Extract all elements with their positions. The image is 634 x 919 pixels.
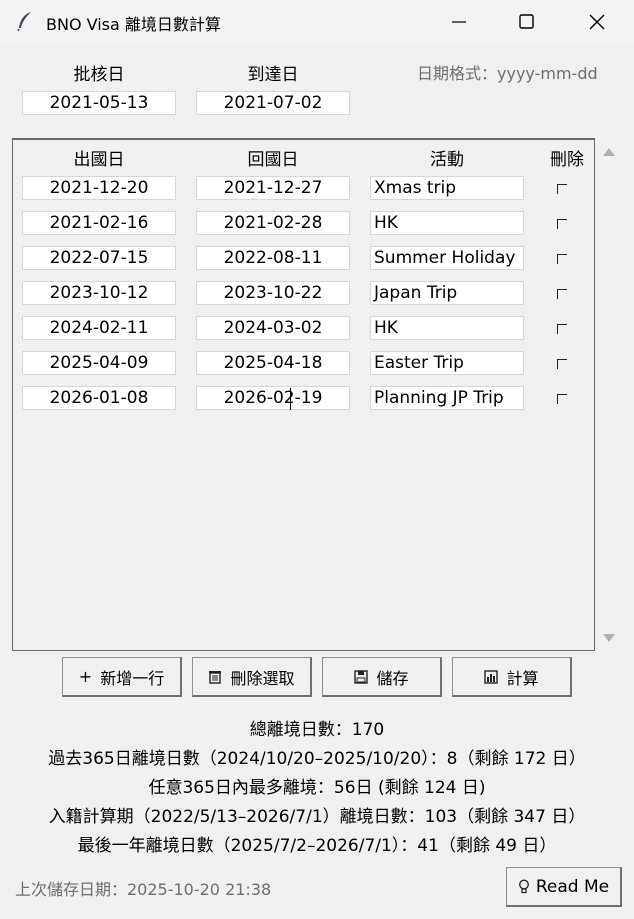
total-absence-days: 總離境日數：170: [249, 720, 385, 740]
activity-input[interactable]: Xmas trip: [370, 176, 524, 200]
naturalisation-period-absence: 入籍計算期（2022/5/13–2026/7/1）離境日數：103（剩餘 347…: [48, 807, 586, 827]
delete-checkbox[interactable]: [557, 359, 567, 369]
departure-date-input[interactable]: 2025-04-09: [22, 351, 176, 375]
read-me-button[interactable]: Read Me: [506, 867, 622, 907]
date-format-hint: 日期格式：yyyy-mm-dd: [417, 64, 598, 83]
departure-date-input[interactable]: 2026-01-08: [22, 386, 176, 410]
activity-input[interactable]: HK: [370, 211, 524, 235]
scroll-down-arrow-icon[interactable]: [603, 634, 615, 642]
delete-checkbox[interactable]: [557, 324, 567, 334]
save-label: 儲存: [376, 668, 409, 688]
return-date-input[interactable]: 2021-02-28: [196, 211, 350, 235]
activity-input[interactable]: Summer Holiday: [370, 246, 524, 270]
lightbulb-icon: [518, 879, 529, 894]
plus-icon: +: [78, 667, 93, 686]
feather-icon: [17, 12, 31, 32]
past-365-days-absence: 過去365日離境日數（2024/10/20–2025/10/20）：8（剩餘 1…: [48, 749, 586, 769]
departure-date-input[interactable]: 2021-02-16: [22, 211, 176, 235]
arrive-date-input[interactable]: 2021-07-02: [196, 91, 350, 115]
header-departure: 出國日: [73, 150, 125, 170]
return-date-input[interactable]: 2022-08-11: [196, 246, 350, 270]
departure-date-input[interactable]: 2024-02-11: [22, 316, 176, 340]
floppy-disk-icon: [354, 669, 369, 684]
activity-input[interactable]: HK: [370, 316, 524, 340]
maximize-button[interactable]: [492, 0, 562, 44]
delete-checkbox[interactable]: [557, 219, 567, 229]
delete-selected-label: 刪除選取: [230, 668, 295, 688]
maximize-icon: [519, 14, 534, 29]
save-button[interactable]: 儲存: [322, 657, 442, 697]
delete-checkbox[interactable]: [557, 254, 567, 264]
calculate-button[interactable]: 計算: [452, 657, 572, 697]
departure-date-input[interactable]: 2022-07-15: [22, 246, 176, 270]
scroll-up-arrow-icon[interactable]: [603, 148, 615, 156]
text-caret: [290, 388, 291, 410]
header-activity: 活動: [430, 150, 464, 170]
arrive-date-label: 到達日: [247, 65, 299, 85]
approve-date-label: 批核日: [73, 65, 125, 85]
return-date-input[interactable]: 2025-04-18: [196, 351, 350, 375]
delete-checkbox[interactable]: [557, 184, 567, 194]
add-row-button[interactable]: + 新增一行: [62, 657, 182, 697]
bar-chart-icon: [484, 669, 499, 684]
close-icon: [589, 14, 605, 30]
activity-input[interactable]: Japan Trip: [370, 281, 524, 305]
return-date-input[interactable]: 2024-03-02: [196, 316, 350, 340]
add-row-label: 新增一行: [100, 668, 165, 688]
delete-selected-button[interactable]: 刪除選取: [192, 657, 312, 697]
minimize-icon: [452, 21, 466, 23]
calculate-label: 計算: [506, 668, 539, 688]
activity-input[interactable]: Easter Trip: [370, 351, 524, 375]
max-365-days-absence: 任意365日內最多離境：56日 (剩餘 124 日): [148, 778, 486, 798]
header-delete: 刪除: [550, 150, 584, 170]
last-saved-text: 上次儲存日期：2025-10-20 21:38: [15, 880, 272, 899]
departure-date-input[interactable]: 2023-10-12: [22, 281, 176, 305]
trash-icon: [209, 671, 222, 684]
approve-date-input[interactable]: 2021-05-13: [22, 91, 176, 115]
return-date-input[interactable]: 2021-12-27: [196, 176, 350, 200]
window-title: BNO Visa 離境日數計算: [46, 15, 221, 34]
title-bar: BNO Visa 離境日數計算: [0, 0, 634, 44]
delete-checkbox[interactable]: [557, 289, 567, 299]
return-date-input[interactable]: 2026-02-19: [196, 386, 350, 410]
header-return: 回國日: [247, 150, 299, 170]
delete-checkbox[interactable]: [557, 394, 567, 404]
departure-date-input[interactable]: 2021-12-20: [22, 176, 176, 200]
last-year-absence: 最後一年離境日數（2025/7/2–2026/7/1）：41（剩餘 49 日）: [77, 836, 557, 856]
minimize-button[interactable]: [424, 0, 494, 44]
close-button[interactable]: [562, 0, 632, 44]
read-me-label: Read Me: [535, 876, 610, 897]
return-date-input[interactable]: 2023-10-22: [196, 281, 350, 305]
activity-input[interactable]: Planning JP Trip: [370, 386, 524, 410]
